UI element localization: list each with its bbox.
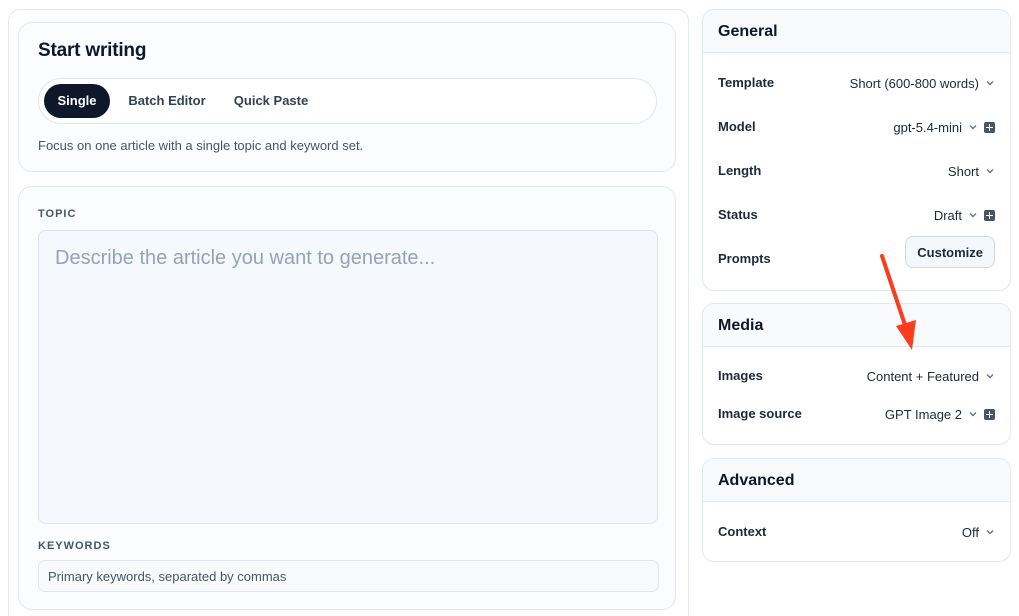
context-row: Context Off xyxy=(718,520,995,544)
length-value: Short xyxy=(947,163,979,179)
keywords-label: KEYWORDS xyxy=(38,540,111,552)
topic-textarea[interactable] xyxy=(38,230,658,524)
model-select[interactable]: gpt-5.4-mini xyxy=(893,115,995,139)
media-heading: Media xyxy=(703,304,1010,347)
plus-square-icon[interactable] xyxy=(984,121,995,133)
images-select[interactable]: Content + Featured xyxy=(867,364,995,388)
plus-square-icon[interactable] xyxy=(984,209,995,221)
chevron-down-icon xyxy=(968,409,978,419)
page-title: Start writing xyxy=(38,40,147,61)
plus-square-icon[interactable] xyxy=(984,408,995,420)
status-select[interactable]: Draft xyxy=(934,203,995,227)
customize-button[interactable]: Customize xyxy=(905,236,995,268)
images-value: Content + Featured xyxy=(866,368,979,384)
general-panel: General Template Short (600-800 words) M… xyxy=(702,9,1011,291)
status-row: Status Draft xyxy=(718,203,995,227)
template-label: Template xyxy=(718,75,775,90)
chevron-down-icon xyxy=(985,166,995,176)
mode-tabs: Single Batch Editor Quick Paste xyxy=(38,78,657,124)
length-select[interactable]: Short xyxy=(948,159,995,183)
template-select[interactable]: Short (600-800 words) xyxy=(850,71,995,95)
keywords-input[interactable] xyxy=(38,560,659,592)
context-value: Off xyxy=(961,524,979,540)
template-row: Template Short (600-800 words) xyxy=(718,71,995,95)
image-source-select[interactable]: GPT Image 2 xyxy=(885,402,995,426)
length-label: Length xyxy=(718,163,762,178)
image-source-label: Image source xyxy=(718,406,802,421)
start-writing-card: Start writing Single Batch Editor Quick … xyxy=(18,22,676,172)
media-panel: Media Images Content + Featured Image so… xyxy=(702,303,1011,445)
prompts-row: Prompts Customize xyxy=(718,236,995,271)
status-label: Status xyxy=(718,207,758,222)
images-label: Images xyxy=(718,368,763,383)
advanced-panel: Advanced Context Off xyxy=(702,458,1011,562)
chevron-down-icon xyxy=(968,210,978,220)
model-label: Model xyxy=(718,119,756,134)
context-select[interactable]: Off xyxy=(962,520,995,544)
chevron-down-icon xyxy=(985,371,995,381)
status-value: Draft xyxy=(933,207,962,223)
tab-quick-paste[interactable]: Quick Paste xyxy=(229,84,313,118)
tab-batch-editor[interactable]: Batch Editor xyxy=(125,84,209,118)
image-source-value: GPT Image 2 xyxy=(884,406,962,422)
mode-description: Focus on one article with a single topic… xyxy=(38,138,364,153)
images-row: Images Content + Featured xyxy=(718,364,995,388)
model-row: Model gpt-5.4-mini xyxy=(718,115,995,139)
topic-label: TOPIC xyxy=(38,208,77,220)
tab-single[interactable]: Single xyxy=(44,84,110,118)
article-form-card: TOPIC KEYWORDS xyxy=(18,186,676,610)
image-source-row: Image source GPT Image 2 xyxy=(718,402,995,426)
prompts-label: Prompts xyxy=(718,251,771,266)
model-value: gpt-5.4-mini xyxy=(893,119,962,135)
chevron-down-icon xyxy=(985,527,995,537)
length-row: Length Short xyxy=(718,159,995,183)
general-heading: General xyxy=(703,10,1010,53)
chevron-down-icon xyxy=(968,122,978,132)
chevron-down-icon xyxy=(985,78,995,88)
advanced-heading: Advanced xyxy=(703,459,1010,502)
context-label: Context xyxy=(718,524,767,539)
template-value: Short (600-800 words) xyxy=(849,75,979,91)
